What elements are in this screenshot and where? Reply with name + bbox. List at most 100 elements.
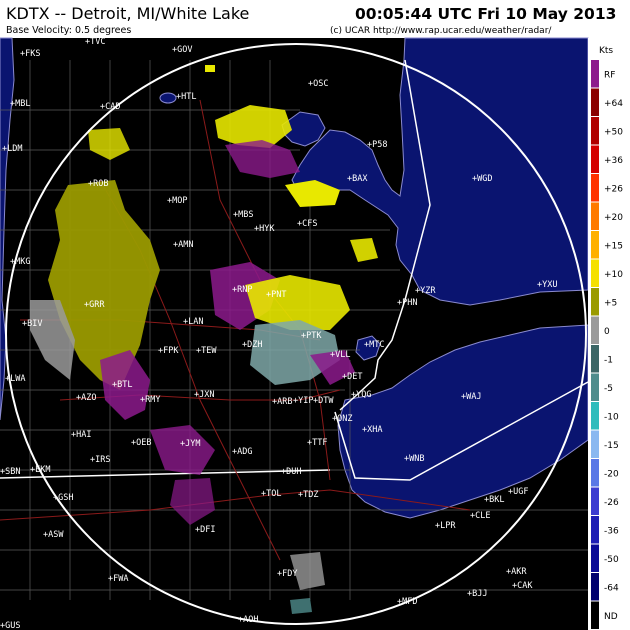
legend-swatch: [591, 487, 599, 515]
legend-label: +26: [604, 184, 623, 194]
city-label: +UGF: [508, 487, 528, 497]
city-label: +IRS: [90, 455, 110, 465]
legend-label: +5: [604, 298, 617, 308]
legend-swatch: [591, 345, 599, 373]
radar-map: KDTX -- Detroit, MI/White Lake Base Velo…: [0, 0, 630, 630]
legend-swatch: [591, 459, 599, 487]
legend-label: -5: [604, 384, 613, 394]
city-label: +FWA: [108, 574, 128, 584]
city-label: +AZO: [76, 393, 96, 403]
city-label: +CLE: [470, 511, 490, 521]
legend-label: -20: [604, 469, 619, 479]
legend-label: -64: [604, 583, 619, 593]
city-label: +YZR: [415, 286, 436, 296]
map-area: +FKS +TVC +GOV +HTL +OSC +MBL +CAD +LDM +P58 +ROB…: [0, 37, 600, 630]
legend-swatch: [591, 88, 599, 116]
city-label: +PNT: [266, 290, 286, 300]
legend-swatch: [591, 60, 599, 88]
legend-swatch: [591, 288, 599, 316]
city-label: +DTW: [313, 396, 334, 406]
city-label: +BTL: [112, 380, 132, 390]
city-label: +CAD: [100, 102, 120, 112]
legend-swatch: [591, 202, 599, 230]
city-label: +AOH: [238, 615, 258, 625]
city-label: +WNB: [404, 454, 424, 464]
legend-swatch: [591, 145, 599, 173]
city-label: +PHN: [397, 298, 417, 308]
city-label: +WAJ: [461, 392, 481, 402]
legend-swatch: [591, 174, 599, 202]
datetime-label: 00:05:44 UTC Fri 10 May 2013: [355, 5, 616, 23]
legend-label: 0: [604, 327, 610, 337]
city-label: +FDY: [277, 569, 297, 579]
city-label: +EKM: [30, 465, 50, 475]
legend-label: -10: [604, 412, 619, 422]
city-label: +BAX: [347, 174, 368, 184]
city-label: +YIP: [293, 396, 313, 406]
city-label: +MBL: [10, 99, 30, 109]
city-label: +P58: [367, 140, 387, 150]
legend-swatch: [591, 373, 599, 401]
legend-swatch: [591, 117, 599, 145]
city-label: +GSH: [53, 493, 73, 503]
legend-swatch: [591, 601, 599, 629]
city-label: +AMN: [173, 240, 193, 250]
city-label: +TVC: [85, 37, 105, 47]
city-label: +TOL: [261, 489, 281, 499]
legend-swatch: [591, 516, 599, 544]
city-label: +OSC: [308, 79, 328, 89]
city-label: +SBN: [0, 467, 20, 477]
city-label: +DZH: [242, 340, 262, 350]
city-label: +MFD: [397, 597, 417, 607]
color-legend: Kts RF+64+50+36+26+20+15+10+50-1-5-10-15…: [588, 38, 630, 630]
legend-swatch: [591, 430, 599, 458]
city-label: +BJJ: [467, 589, 487, 599]
legend-label: -15: [604, 441, 619, 451]
legend-swatch: [591, 231, 599, 259]
city-label: +BIV: [22, 319, 42, 329]
legend-units: Kts: [599, 46, 613, 56]
city-label: +GRR: [84, 300, 105, 310]
city-label: +LWA: [5, 374, 25, 384]
legend-label: +15: [604, 241, 623, 251]
city-label: +FKS: [20, 49, 40, 59]
city-label: +RNP: [232, 285, 252, 295]
city-label: +ASW: [43, 530, 64, 540]
city-label: +HTL: [176, 92, 196, 102]
city-label: +VLL: [330, 350, 350, 360]
legend-label: RF: [604, 70, 615, 80]
city-label: +LDM: [2, 144, 22, 154]
city-label: +MBS: [233, 210, 253, 220]
city-label: +MOP: [167, 196, 187, 206]
city-label: +TTF: [307, 438, 327, 448]
city-label: +JXN: [194, 390, 214, 400]
city-label: +ADG: [232, 447, 252, 457]
city-label: +ARB: [272, 397, 292, 407]
city-label: +GOV: [172, 45, 192, 55]
city-label: +XHA: [362, 425, 382, 435]
city-label: +PTK: [301, 331, 322, 341]
legend-label: -50: [604, 555, 619, 565]
inland-lake-houghton: [159, 92, 177, 104]
city-label: +BKL: [484, 495, 504, 505]
city-label: +AKR: [506, 567, 527, 577]
city-label: +FPK: [158, 346, 179, 356]
legend-label: ND: [604, 612, 618, 622]
legend-swatch: [591, 316, 599, 344]
city-label: +LPR: [435, 521, 456, 531]
city-label: +HAI: [71, 430, 91, 440]
legend-label: +20: [604, 213, 623, 223]
city-label: +CAK: [512, 581, 533, 591]
echo-cell: [290, 598, 312, 614]
legend-swatch: [591, 573, 599, 601]
legend-label: +10: [604, 270, 623, 280]
product-label: Base Velocity: 0.5 degrees: [6, 25, 131, 36]
legend-label: -26: [604, 498, 619, 508]
city-label: +YXU: [537, 280, 557, 290]
city-label: +DET: [342, 372, 362, 382]
legend-label: +36: [604, 156, 623, 166]
echo-cell: [205, 65, 215, 72]
city-label: +LAN: [183, 317, 203, 327]
legend-label: +64: [604, 99, 623, 109]
legend-swatch: [591, 544, 599, 572]
